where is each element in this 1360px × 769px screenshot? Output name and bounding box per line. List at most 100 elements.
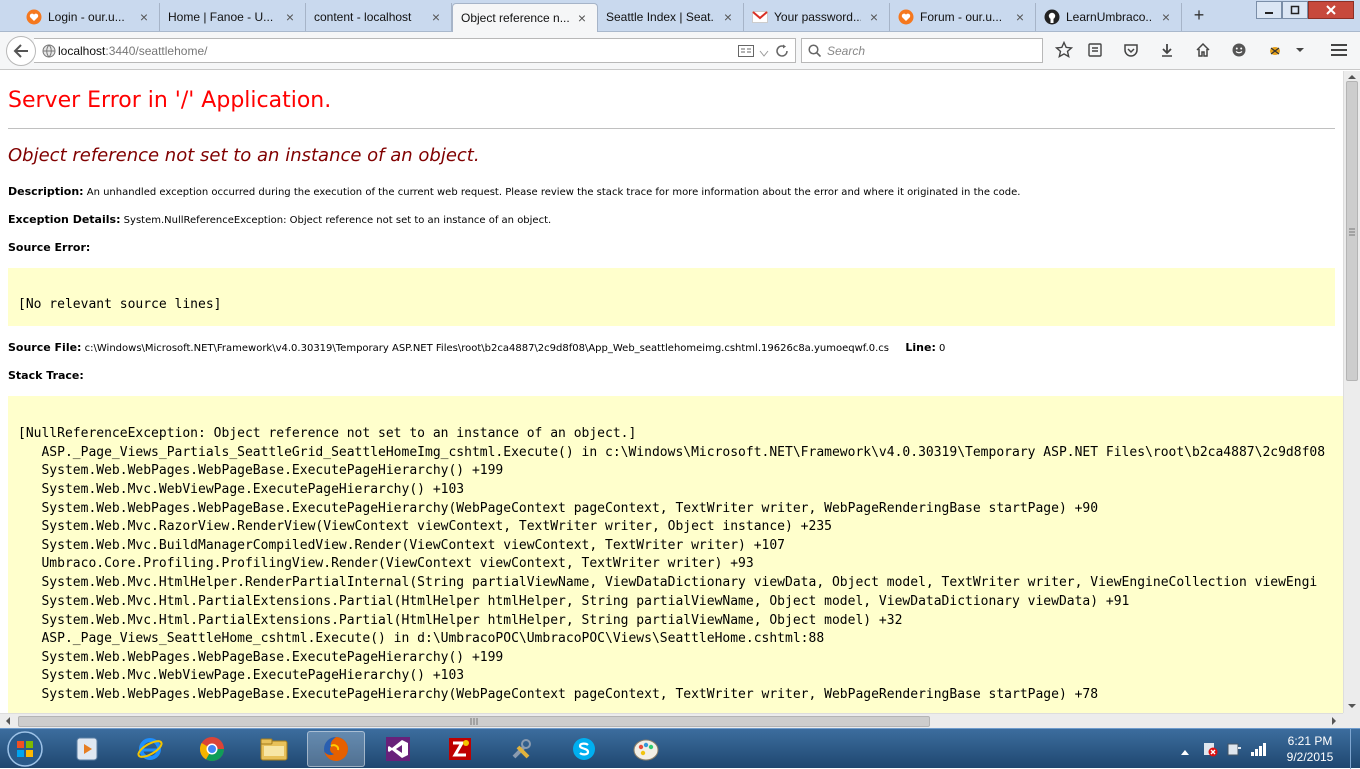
stack-trace-line: System.Web.Mvc.WebViewPage.ExecutePageHi… [18, 668, 465, 683]
close-icon[interactable]: × [137, 9, 151, 25]
tab-label: Your password... [774, 10, 861, 24]
line-value: 0 [939, 343, 946, 354]
dropdown-arrow-icon[interactable] [759, 47, 769, 61]
home-icon[interactable] [1193, 40, 1213, 60]
firefox-icon[interactable] [307, 731, 365, 767]
download-icon[interactable] [1157, 40, 1177, 60]
stack-trace-line: System.Web.Mvc.BuildManagerCompiledView.… [18, 538, 786, 553]
tab-content-localhost[interactable]: content - localhost × [306, 3, 452, 31]
vertical-scrollbar[interactable] [1343, 71, 1360, 713]
tab-label: LearnUmbraco... [1066, 10, 1153, 24]
vertical-scroll-thumb[interactable] [1346, 81, 1358, 381]
horizontal-scroll-thumb[interactable] [18, 716, 930, 727]
stack-trace-box: [NullReferenceException: Object referenc… [8, 396, 1343, 713]
horizontal-scrollbar[interactable] [0, 713, 1343, 728]
umbraco-heart-icon [26, 9, 42, 25]
file-explorer-icon[interactable] [245, 731, 303, 767]
stack-trace-label: Stack Trace: [8, 369, 84, 382]
url-host: localhost [58, 43, 106, 58]
source-error-text: [No relevant source lines] [18, 297, 222, 312]
extension-icon[interactable] [1265, 40, 1285, 60]
paint-icon[interactable] [617, 731, 675, 767]
stack-trace-line: ASP._Page_Views_SeattleHome_cshtml.Execu… [18, 631, 825, 646]
tools-icon[interactable] [493, 731, 551, 767]
source-file-line: Source File: c:\Windows\Microsoft.NET\Fr… [8, 341, 945, 354]
bookmark-star-icon[interactable] [1054, 40, 1074, 60]
address-bar[interactable]: localhost:3440/seattlehome/ [34, 38, 796, 63]
globe-icon [42, 44, 56, 61]
new-tab-button[interactable]: + [1188, 5, 1210, 26]
internet-explorer-icon[interactable] [121, 731, 179, 767]
github-icon [1044, 9, 1060, 25]
close-icon[interactable]: × [1159, 9, 1173, 25]
start-button[interactable] [3, 729, 47, 769]
tab-login[interactable]: Login - our.u... × [18, 3, 160, 31]
reader-view-icon[interactable] [738, 44, 754, 61]
tab-label: Seattle Index | Seat... [606, 10, 715, 24]
tab-label: Login - our.u... [48, 10, 125, 24]
exception-details-line: Exception Details: System.NullReferenceE… [8, 213, 551, 226]
stack-trace-line: System.Web.WebPages.WebPageBase.ExecuteP… [18, 687, 1099, 702]
stack-trace-line: Umbraco.Core.Profiling.ProfilingView.Ren… [18, 556, 754, 571]
search-icon [808, 44, 821, 57]
grip-icon [470, 718, 478, 725]
tab-label: Home | Fanoe - U... [168, 10, 274, 24]
tab-object-reference[interactable]: Object reference n... × [452, 3, 598, 32]
divider [8, 128, 1335, 129]
network-signal-icon[interactable] [1250, 741, 1268, 762]
stack-trace-line: System.Web.WebPages.WebPageBase.ExecuteP… [18, 463, 504, 478]
description-text: An unhandled exception occurred during t… [86, 187, 1021, 198]
close-icon[interactable]: × [721, 9, 735, 25]
reload-icon[interactable] [775, 44, 789, 61]
scroll-right-icon[interactable] [1329, 715, 1339, 727]
tab-label: Object reference n... [461, 11, 569, 25]
power-icon[interactable] [1226, 741, 1242, 762]
windows-taskbar: 6:21 PM 9/2/2015 [0, 728, 1360, 769]
tab-forum[interactable]: Forum - our.u... × [890, 3, 1036, 31]
stack-trace-line: System.Web.Mvc.RazorView.RenderView(View… [18, 519, 832, 534]
minimize-button[interactable] [1256, 1, 1282, 19]
clock-time: 6:21 PM [1287, 734, 1333, 748]
visual-studio-icon[interactable] [369, 731, 427, 767]
stack-trace-line: System.Web.Mvc.Html.PartialExtensions.Pa… [18, 613, 903, 628]
close-icon[interactable]: × [1013, 9, 1027, 25]
maximize-button[interactable] [1282, 1, 1308, 19]
action-center-icon[interactable] [1202, 741, 1218, 762]
hello-chat-icon[interactable] [1229, 40, 1249, 60]
close-icon[interactable]: × [867, 9, 881, 25]
close-icon[interactable]: × [283, 9, 297, 25]
tab-your-password[interactable]: Your password... × [744, 3, 890, 31]
scroll-down-icon[interactable] [1344, 701, 1360, 711]
line-label: Line: [905, 341, 936, 354]
menu-icon[interactable] [1329, 40, 1349, 60]
tab-home-fanoe[interactable]: Home | Fanoe - U... × [160, 3, 306, 31]
back-arrow-icon [13, 44, 28, 58]
source-error-box: [No relevant source lines] [8, 268, 1335, 326]
url-path: :3440/seattlehome/ [105, 43, 208, 58]
close-icon[interactable]: × [429, 9, 443, 25]
skype-icon[interactable] [555, 731, 613, 767]
scroll-left-icon[interactable] [3, 715, 13, 727]
system-clock[interactable]: 6:21 PM 9/2/2015 [1278, 733, 1342, 765]
grip-icon [1349, 228, 1355, 236]
close-window-button[interactable] [1308, 1, 1354, 19]
gmail-icon [752, 9, 768, 25]
error-message: Object reference not set to an instance … [8, 145, 480, 166]
media-player-icon[interactable] [58, 731, 116, 767]
filezilla-icon[interactable] [431, 731, 489, 767]
reading-list-icon[interactable] [1085, 40, 1105, 60]
stack-trace-line: System.Web.WebPages.WebPageBase.ExecuteP… [18, 501, 1099, 516]
pocket-icon[interactable] [1121, 40, 1141, 60]
back-button[interactable] [6, 36, 36, 66]
tab-learn-umbraco[interactable]: LearnUmbraco... × [1036, 3, 1182, 31]
chrome-icon[interactable] [183, 731, 241, 767]
show-hidden-icons-icon[interactable] [1180, 743, 1190, 761]
tab-seattle-index[interactable]: Seattle Index | Seat... × [598, 3, 744, 31]
description-label: Description: [8, 185, 84, 198]
show-desktop-button[interactable] [1350, 729, 1360, 769]
search-box[interactable]: Search [801, 38, 1043, 63]
tab-label: Forum - our.u... [920, 10, 1003, 24]
scrollbar-corner [1343, 713, 1360, 728]
close-icon[interactable]: × [575, 10, 589, 26]
extension-dropdown-icon[interactable] [1292, 40, 1308, 60]
